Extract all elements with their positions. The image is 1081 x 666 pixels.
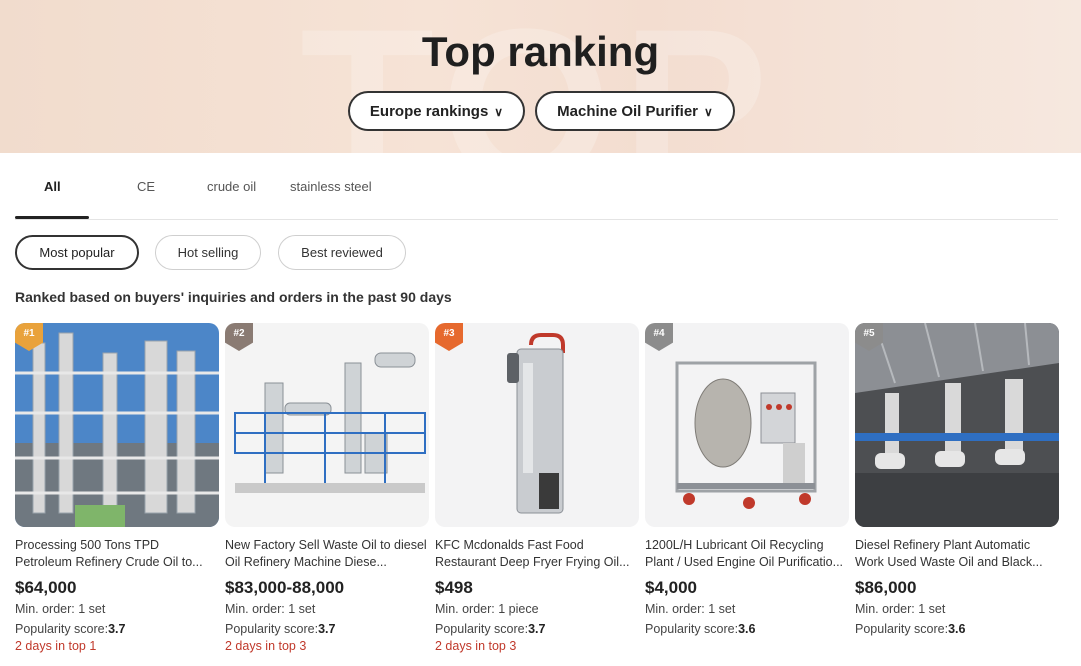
product-card[interactable]: #4 1200L/H Lubricant Oil Recycling Plant…	[645, 323, 849, 638]
chevron-down-icon: ∨	[704, 105, 713, 119]
tab-crude-oil[interactable]: crude oil	[207, 179, 256, 194]
chevron-down-icon: ∨	[494, 105, 504, 119]
popularity-score: Popularity score:3.6	[855, 622, 966, 636]
refinery-tower-photo	[15, 323, 219, 527]
product-price: $4,000	[645, 578, 697, 597]
min-order: Min. order: 1 set	[855, 602, 946, 616]
product-card[interactable]: #3 KFC Mcdonalds Fast Food Restaurant De…	[435, 323, 639, 655]
product-title[interactable]: Diesel Refinery Plant Automatic Work Use…	[855, 537, 1059, 571]
min-order: Min. order: 1 set	[15, 602, 106, 616]
tab-stainless-steel[interactable]: stainless steel	[290, 179, 372, 194]
product-price: $498	[435, 578, 473, 597]
product-image[interactable]: #3	[435, 323, 639, 527]
product-price: $86,000	[855, 578, 917, 597]
popularity-score: Popularity score:3.7	[435, 622, 546, 636]
tab-ce[interactable]: CE	[137, 179, 155, 194]
region-dropdown-label: Europe rankings	[369, 102, 489, 120]
sort-hot-selling[interactable]: Hot selling	[155, 235, 261, 270]
popularity-score: Popularity score:3.7	[225, 622, 336, 636]
product-image[interactable]: #2	[225, 323, 429, 527]
sort-most-popular[interactable]: Most popular	[15, 235, 139, 270]
product-image[interactable]: #1	[15, 323, 219, 527]
product-image[interactable]: #5	[855, 323, 1059, 527]
blue-refinery-plant-photo	[225, 323, 429, 527]
region-dropdown[interactable]: Europe rankings ∨	[348, 91, 525, 131]
min-order: Min. order: 1 set	[645, 602, 736, 616]
popularity-score: Popularity score:3.6	[645, 622, 756, 636]
oil-purifier-cart-photo	[645, 323, 849, 527]
product-title[interactable]: KFC Mcdonalds Fast Food Restaurant Deep …	[435, 537, 639, 571]
days-in-top: 2 days in top 3	[435, 639, 517, 653]
product-price: $64,000	[15, 578, 77, 597]
hero-banner: TOP Top ranking Europe rankings ∨ Machin…	[0, 0, 1081, 153]
min-order: Min. order: 1 set	[225, 602, 316, 616]
popularity-score: Popularity score:3.7	[15, 622, 126, 636]
factory-hall-refinery-photo	[855, 323, 1059, 527]
fryer-oil-filter-photo	[435, 323, 639, 527]
product-title[interactable]: New Factory Sell Waste Oil to diesel Oil…	[225, 537, 429, 571]
category-dropdown[interactable]: Machine Oil Purifier ∨	[535, 91, 735, 131]
product-title[interactable]: 1200L/H Lubricant Oil Recycling Plant / …	[645, 537, 849, 571]
min-order: Min. order: 1 piece	[435, 602, 539, 616]
category-dropdown-label: Machine Oil Purifier	[557, 102, 699, 120]
product-card[interactable]: #5 Diesel Refinery Plant Automatic Work …	[855, 323, 1059, 638]
product-image[interactable]: #4	[645, 323, 849, 527]
days-in-top: 2 days in top 3	[225, 639, 307, 653]
ranking-note: Ranked based on buyers' inquiries and or…	[15, 289, 452, 305]
product-title[interactable]: Processing 500 Tons TPD Petroleum Refine…	[15, 537, 219, 571]
tab-all[interactable]: All	[44, 179, 61, 194]
tab-divider	[15, 219, 1058, 220]
page-title: Top ranking	[421, 28, 660, 75]
product-price: $83,000-88,000	[225, 578, 345, 597]
product-card[interactable]: #1 Processing 500 Tons TPD Petroleum Ref…	[15, 323, 219, 655]
product-card[interactable]: #2 New Factory Sell Waste Oil to diesel …	[225, 323, 429, 655]
days-in-top: 2 days in top 1	[15, 639, 97, 653]
sort-best-reviewed[interactable]: Best reviewed	[278, 235, 406, 270]
